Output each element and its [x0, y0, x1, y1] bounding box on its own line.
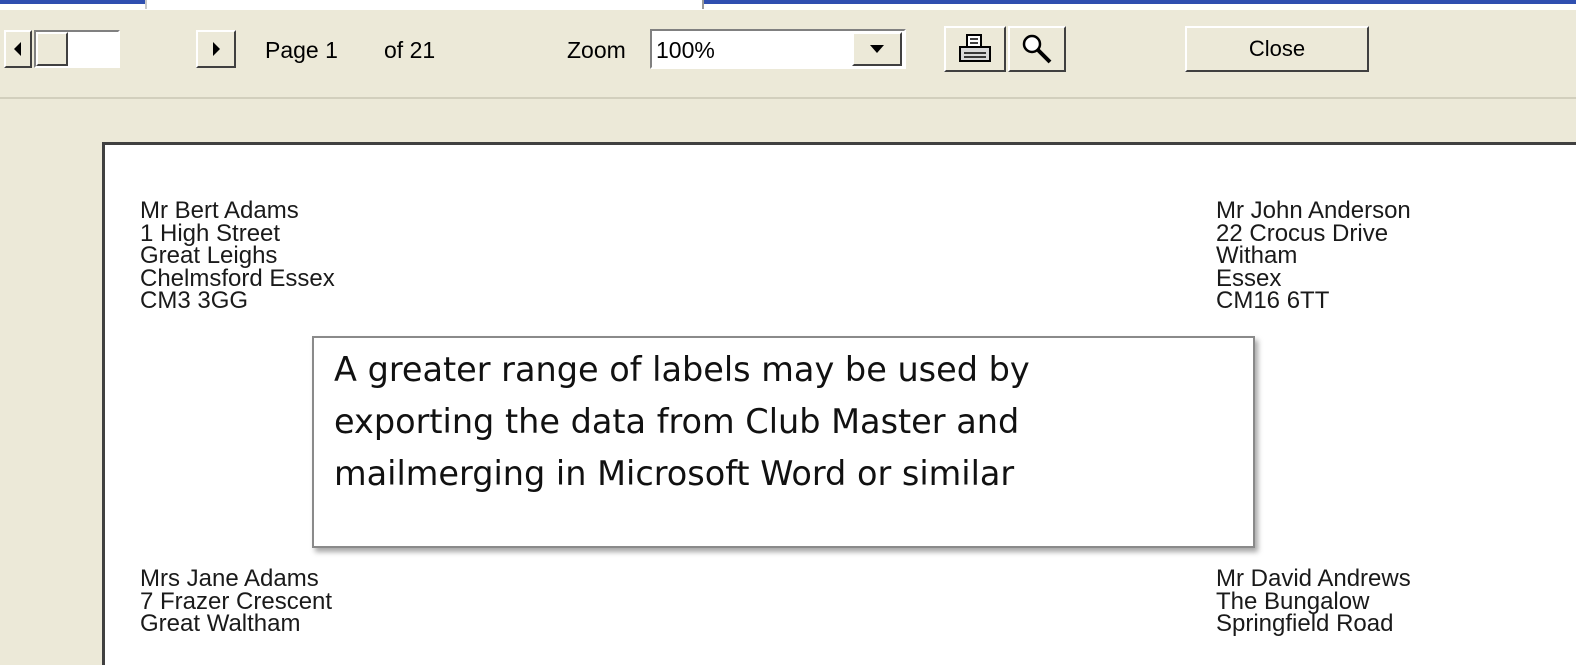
arrow-left-icon [14, 42, 21, 56]
address-label-4: Mr David Andrews The Bungalow Springfiel… [1216, 567, 1411, 637]
zoom-label: Zoom [567, 37, 626, 63]
next-page-button[interactable] [196, 30, 236, 68]
callout-line: A greater range of labels may be used by [334, 350, 1030, 389]
previous-page-button[interactable] [4, 30, 32, 68]
page-number-label: Page 1 [265, 37, 338, 63]
zoom-select[interactable]: 100% [650, 29, 906, 69]
page-slider-thumb[interactable] [36, 32, 68, 66]
label-line: CM3 3GG [140, 287, 249, 314]
close-button[interactable]: Close [1185, 26, 1369, 72]
address-label-1: Mr Bert Adams 1 High Street Great Leighs… [140, 199, 335, 314]
arrow-right-icon [213, 42, 220, 56]
page-count-label: of 21 [384, 37, 436, 63]
address-label-2: Mr John Anderson 22 Crocus Drive Witham … [1216, 199, 1411, 314]
label-line: Springfield Road [1216, 610, 1394, 637]
address-label-3: Mrs Jane Adams 7 Frazer Crescent Great W… [140, 567, 332, 637]
label-line: Great Waltham [140, 610, 301, 637]
magnifier-icon [1022, 34, 1052, 64]
callout-line: mailmerging in Microsoft Word or similar [334, 454, 1015, 493]
tab-strip [145, 0, 704, 9]
printer-icon [959, 34, 991, 62]
label-line: CM16 6TT [1216, 287, 1330, 314]
toolbar-divider [0, 97, 1576, 99]
callout-line: exporting the data from Club Master and [334, 402, 1020, 441]
zoom-value: 100% [656, 37, 715, 63]
info-callout: A greater range of labels may be used by… [312, 336, 1255, 548]
zoom-dropdown-button[interactable] [852, 32, 902, 66]
window-top-edge [0, 0, 1576, 10]
page-slider-track[interactable] [34, 30, 120, 68]
print-button[interactable] [944, 26, 1006, 72]
dropdown-arrow-icon [870, 45, 884, 53]
zoom-preview-button[interactable] [1008, 26, 1066, 72]
